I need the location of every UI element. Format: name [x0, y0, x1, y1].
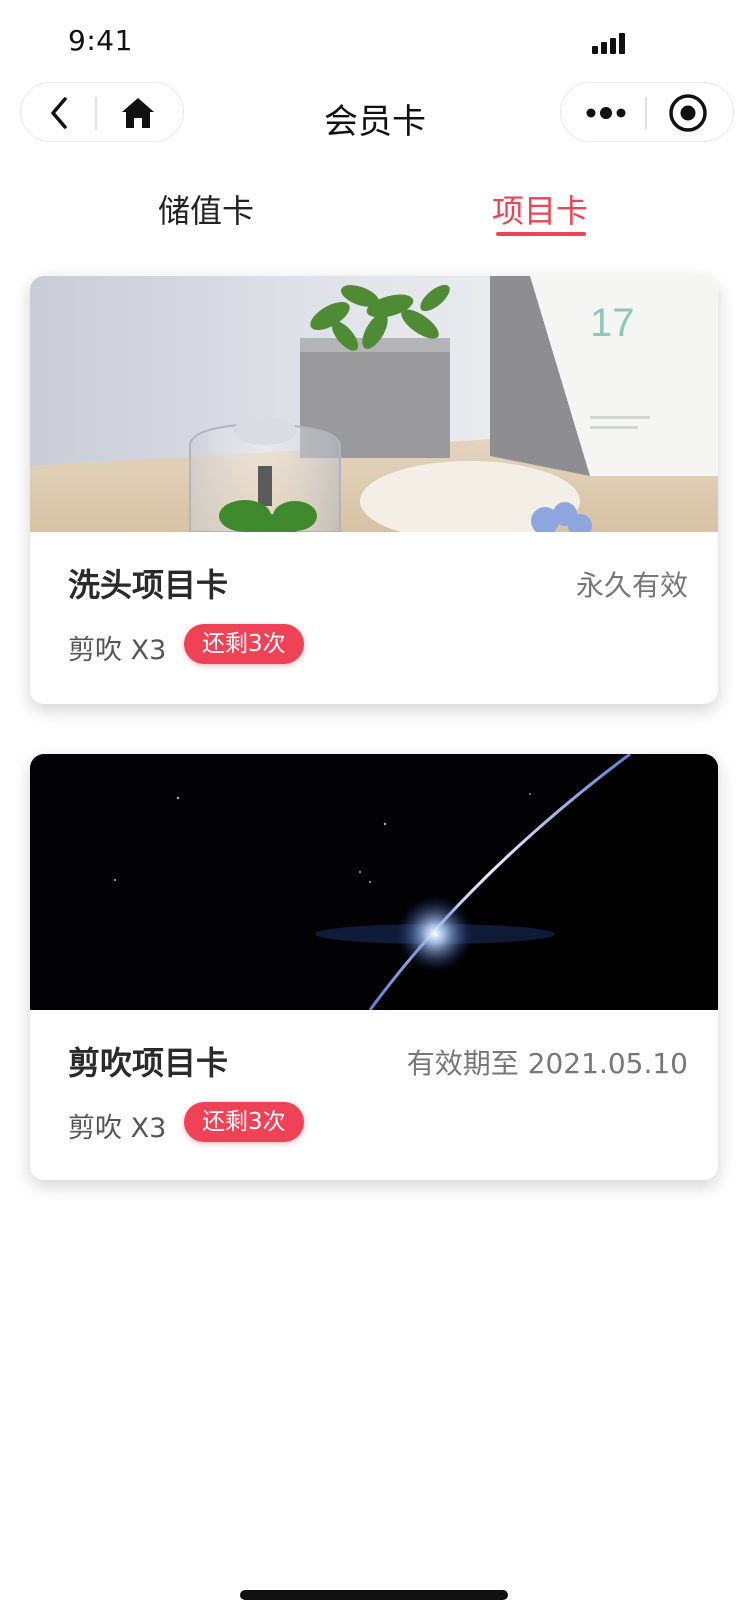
card-service: 剪吹 X3: [68, 1113, 167, 1144]
more-button[interactable]: [567, 83, 645, 143]
active-tab-underline: [496, 232, 586, 236]
project-card[interactable]: 17 洗头项目卡 永久有效 剪吹 X3 还剩3次: [30, 276, 718, 704]
card-service: 剪吹 X3: [68, 635, 167, 666]
close-miniprogram-button[interactable]: [649, 83, 727, 143]
card-title: 洗头项目卡: [68, 566, 229, 604]
nav-capsule-right: [560, 82, 734, 142]
home-indicator: [240, 1590, 508, 1600]
status-time: 9:41: [68, 24, 133, 57]
calendar-day-text: 17: [590, 301, 635, 345]
more-dots-icon: [586, 107, 626, 119]
signal-icon: [592, 32, 626, 54]
card-title: 剪吹项目卡: [68, 1044, 229, 1082]
tab-stored-value[interactable]: 储值卡: [106, 186, 306, 232]
tab-project-card[interactable]: 项目卡: [440, 186, 640, 232]
card-validity: 永久有效: [575, 569, 688, 602]
target-circle-icon: [669, 94, 707, 132]
project-card[interactable]: 剪吹项目卡 有效期至 2021.05.10 剪吹 X3 还剩3次: [30, 754, 718, 1180]
status-bar: 9:41: [0, 0, 750, 80]
remaining-badge: 还剩3次: [184, 624, 304, 664]
card-cover-image: [30, 754, 718, 1010]
capsule-divider: [645, 97, 647, 129]
card-cover-image: 17: [30, 276, 718, 532]
card-validity: 有效期至 2021.05.10: [406, 1047, 688, 1080]
card-type-tabs: 储值卡 项目卡: [0, 186, 750, 246]
nav-bar: 会员卡: [0, 80, 750, 146]
remaining-badge: 还剩3次: [184, 1102, 304, 1142]
